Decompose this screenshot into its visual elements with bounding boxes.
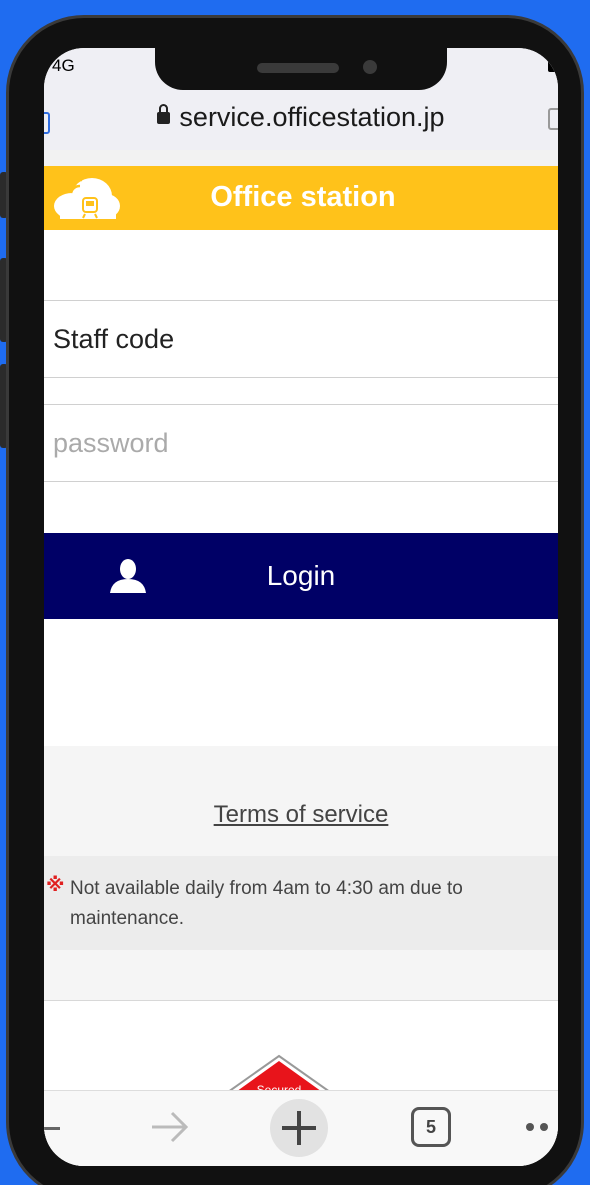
url-text: service.officestation.jp xyxy=(179,102,445,132)
carrier-label: 4G xyxy=(52,56,75,75)
phone-notch xyxy=(155,47,447,90)
plus-icon xyxy=(282,1111,316,1145)
url-display[interactable]: service.officestation.jp xyxy=(44,102,558,133)
phone-screen: 4G service.officestation.jp Office stati… xyxy=(44,48,558,1166)
new-tab-button[interactable] xyxy=(270,1099,328,1157)
staff-code-input[interactable] xyxy=(44,301,558,377)
app-header: Office station xyxy=(44,166,558,230)
speaker-grille xyxy=(257,63,339,73)
url-bar-separator xyxy=(44,150,558,166)
front-camera xyxy=(363,60,377,74)
password-field[interactable] xyxy=(44,404,558,482)
more-icon[interactable] xyxy=(524,1119,558,1135)
terms-of-service-link[interactable]: Terms of service xyxy=(44,801,558,829)
notice-text: Not available daily from 4am to 4:30 am … xyxy=(70,878,463,929)
browser-toolbar: 5 xyxy=(44,1090,558,1166)
maintenance-notice: ※ Not available daily from 4am to 4:30 a… xyxy=(44,856,558,950)
browser-url-bar[interactable]: service.officestation.jp xyxy=(44,90,558,150)
notice-mark: ※ xyxy=(46,875,65,896)
app-title: Office station xyxy=(210,181,396,213)
share-icon[interactable] xyxy=(548,108,558,130)
battery-icon xyxy=(548,58,558,72)
staff-code-field[interactable] xyxy=(44,300,558,378)
tabs-button[interactable]: 5 xyxy=(411,1107,451,1147)
back-button[interactable] xyxy=(44,1127,60,1130)
login-button[interactable]: Login xyxy=(44,533,558,619)
login-label: Login xyxy=(266,560,336,591)
forward-arrow-icon[interactable] xyxy=(148,1107,192,1147)
password-input[interactable] xyxy=(44,405,558,481)
lock-icon xyxy=(157,104,171,124)
